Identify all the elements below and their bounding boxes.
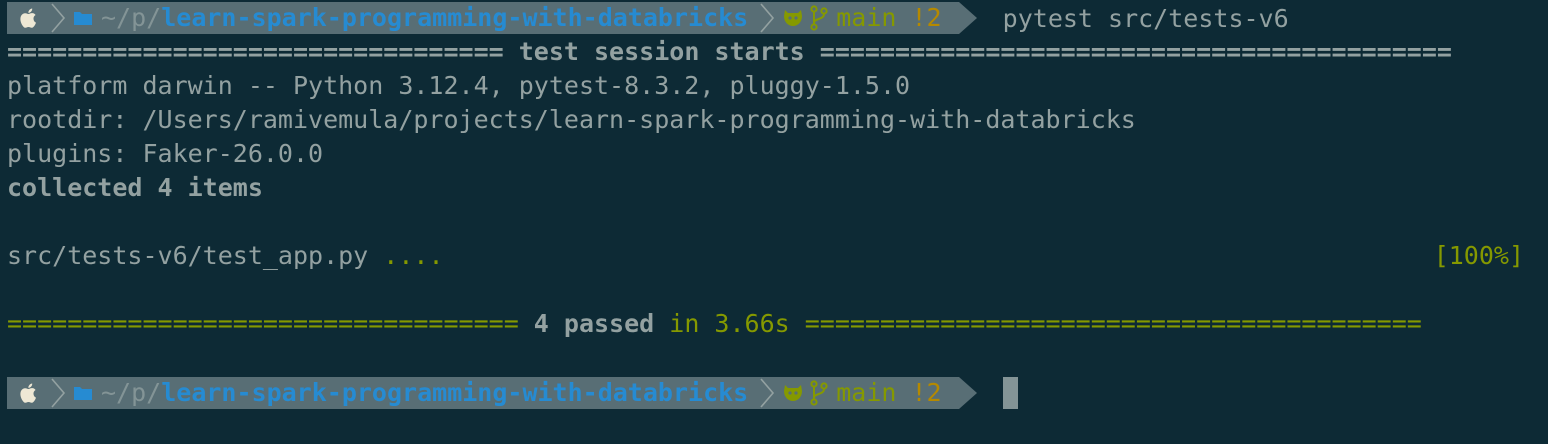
duration: in 3.66s [654, 309, 805, 338]
dirty-count: !2 [911, 3, 942, 32]
directory-name: learn-spark-programming-with-databricks [161, 3, 749, 32]
folder-icon [74, 12, 92, 25]
apple-segment [7, 377, 45, 409]
plugins-line: plugins: Faker-26.0.0 [7, 139, 324, 168]
prompt-end-arrow [958, 2, 977, 34]
rootdir-line: rootdir: /Users/ramivemula/projects/lear… [7, 105, 1136, 134]
apple-icon [20, 8, 36, 28]
segment-separator [754, 2, 781, 34]
directory-segment: ~/p/learn-spark-programming-with-databri… [71, 2, 755, 34]
git-branch-icon [810, 380, 828, 406]
command-text: pytest src/tests-v6 [1002, 3, 1289, 33]
segment-separator [45, 2, 71, 34]
platform-line: platform darwin -- Python 3.12.4, pytest… [7, 71, 911, 100]
text-cursor[interactable] [1002, 377, 1018, 409]
dirty-count: !2 [911, 378, 942, 407]
test-percent: [100%] [1433, 241, 1524, 270]
collected-line: collected 4 items [7, 173, 263, 202]
apple-icon [20, 383, 36, 403]
git-segment: main !2 [780, 2, 959, 34]
github-icon [784, 10, 803, 26]
prompt-line: ~/p/learn-spark-programming-with-databri… [7, 1, 1548, 35]
test-file-path: src/tests-v6/test_app.py [7, 241, 384, 270]
git-branch-icon [810, 5, 828, 31]
summary-line: ================================== 4 pas… [7, 309, 1422, 338]
directory-prefix: ~/p/ [101, 378, 162, 407]
passed-count: 4 passed [518, 309, 655, 338]
github-icon [784, 385, 803, 401]
directory-segment: ~/p/learn-spark-programming-with-databri… [71, 377, 755, 409]
test-result-line: src/tests-v6/test_app.py .... [100%] [7, 239, 1548, 273]
directory-prefix: ~/p/ [101, 3, 162, 32]
prompt-line: ~/p/learn-spark-programming-with-databri… [7, 376, 1548, 410]
apple-segment [7, 2, 45, 34]
test-dots: .... [383, 241, 444, 270]
segment-separator [45, 377, 71, 409]
session-header: ================================= test s… [7, 37, 1452, 66]
directory-name: learn-spark-programming-with-databricks [161, 378, 749, 407]
git-segment: main !2 [780, 377, 959, 409]
branch-name: main [836, 378, 897, 407]
folder-icon [74, 387, 92, 400]
terminal-window[interactable]: ~/p/learn-spark-programming-with-databri… [0, 1, 1548, 444]
segment-separator [754, 377, 781, 409]
branch-name: main [836, 3, 897, 32]
prompt-end-arrow [958, 377, 977, 409]
